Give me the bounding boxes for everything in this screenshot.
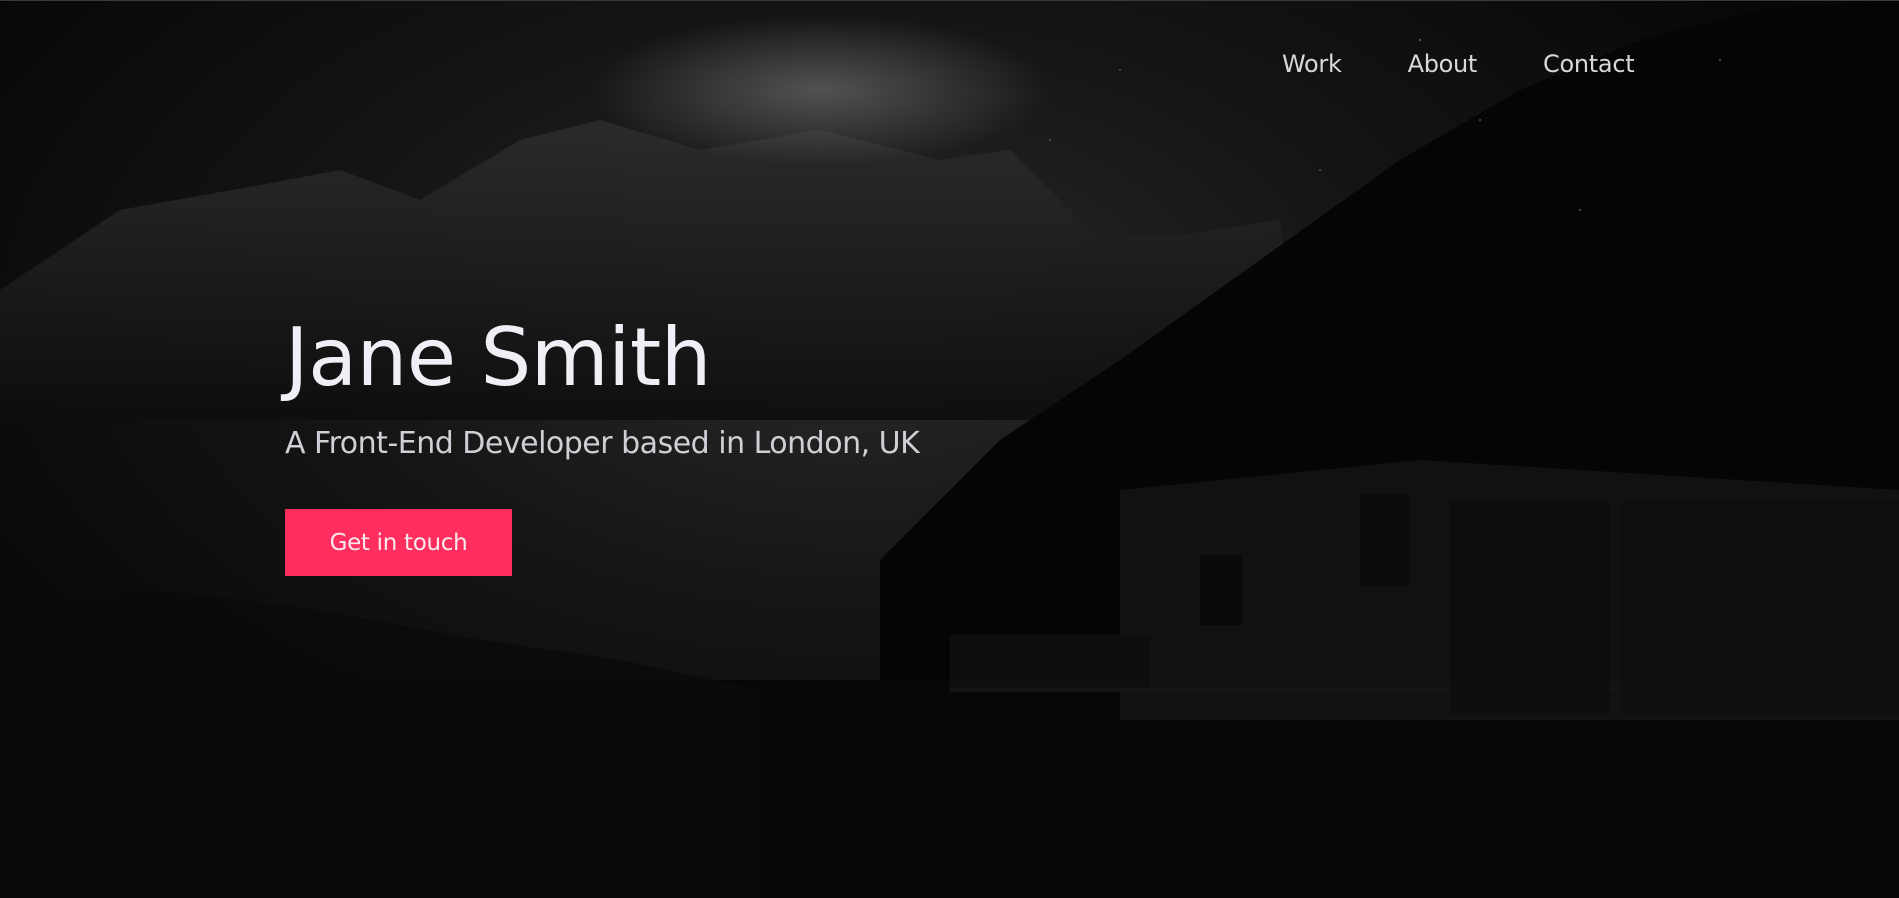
hero-content: Jane Smith A Front-End Developer based i… <box>285 311 920 576</box>
hero-tagline: A Front-End Developer based in London, U… <box>285 426 920 461</box>
hero-name-heading: Jane Smith <box>285 311 711 404</box>
get-in-touch-button[interactable]: Get in touch <box>285 509 512 576</box>
nav-link-contact[interactable]: Contact <box>1543 50 1635 78</box>
nav-link-work[interactable]: Work <box>1282 50 1342 78</box>
hero-section: Work About Contact Jane Smith A Front-En… <box>0 0 1899 898</box>
main-navigation: Work About Contact <box>1282 50 1635 78</box>
top-border <box>0 0 1899 1</box>
nav-link-about[interactable]: About <box>1408 50 1478 78</box>
